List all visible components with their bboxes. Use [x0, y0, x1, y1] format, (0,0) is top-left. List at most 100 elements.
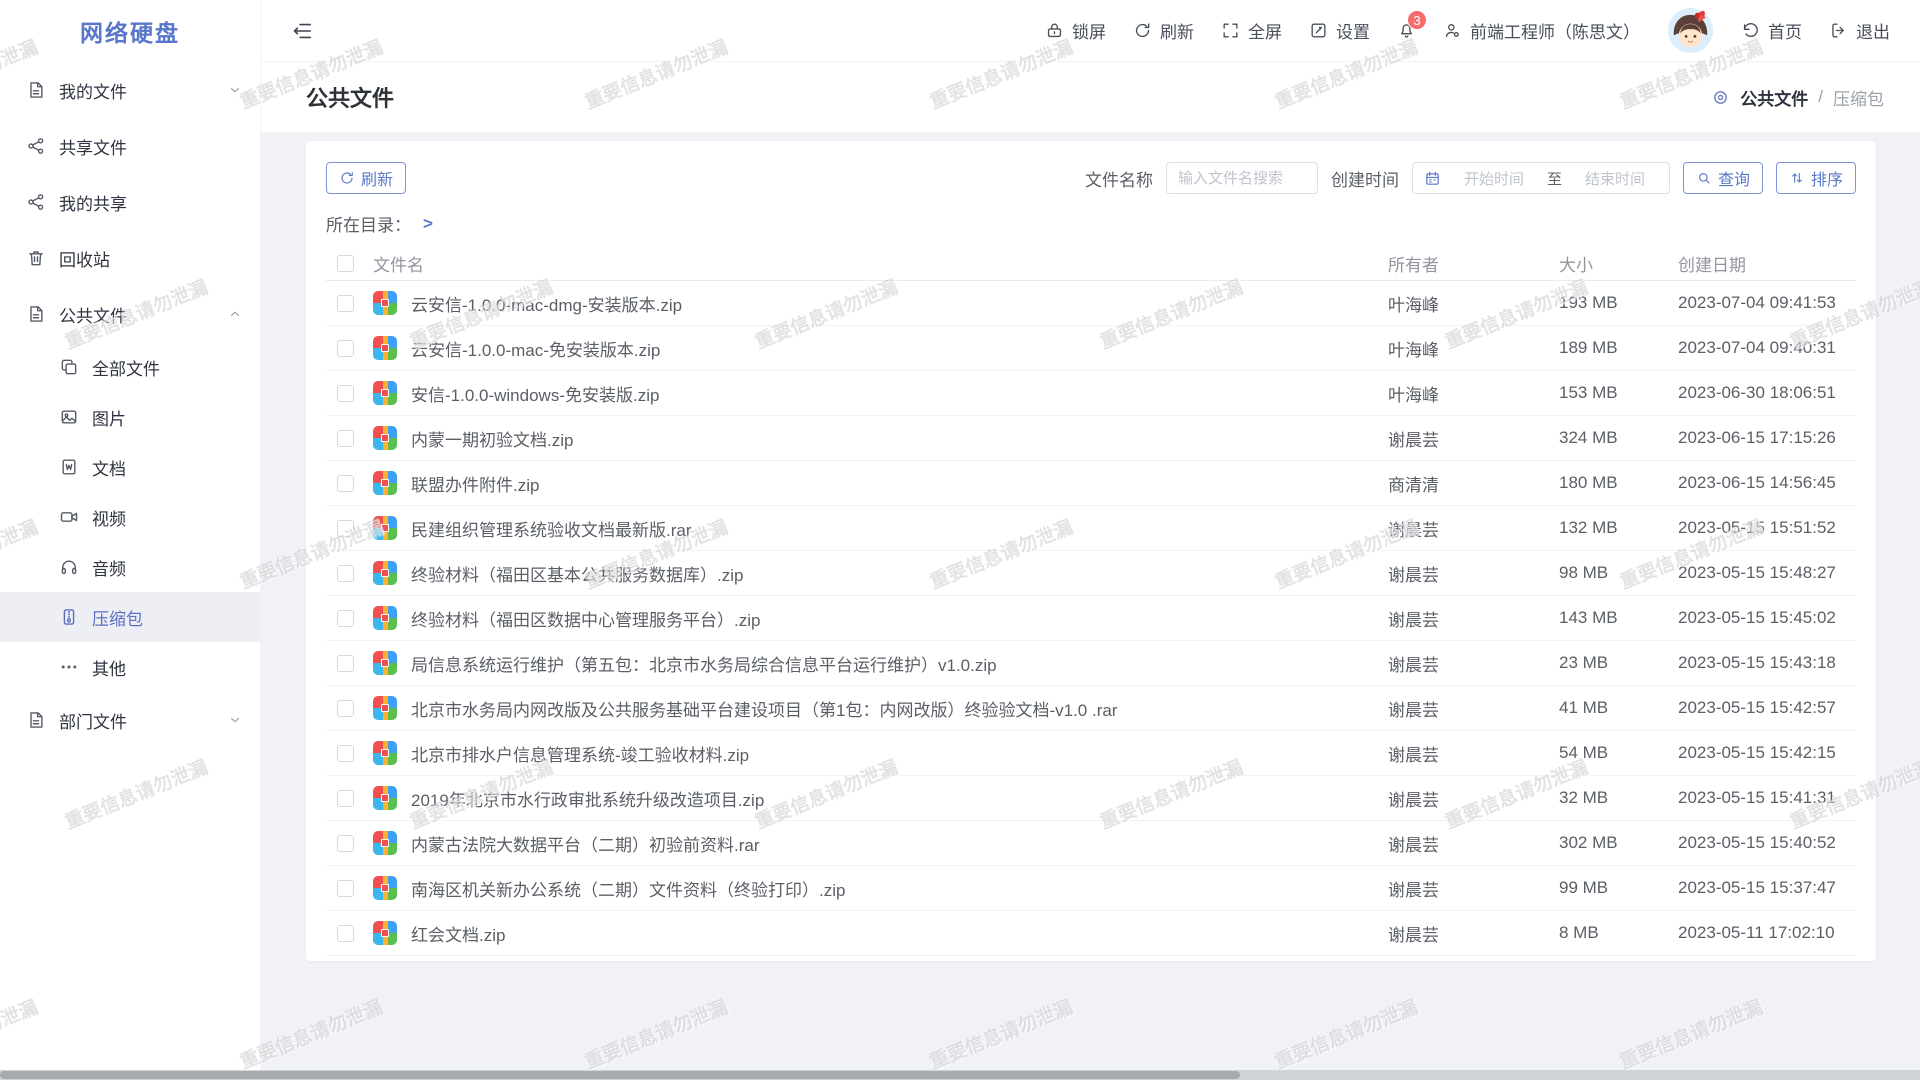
file-size: 180 MB	[1559, 473, 1678, 493]
row-checkbox[interactable]	[337, 340, 354, 357]
column-header-date[interactable]: 创建日期	[1678, 251, 1848, 276]
file-date: 2023-05-15 15:48:27	[1678, 563, 1848, 583]
file-name[interactable]: 云安信-1.0.0-mac-免安装版本.zip	[411, 336, 1388, 361]
settings-button[interactable]: 设置	[1309, 18, 1370, 43]
zip-icon	[59, 607, 79, 627]
chevron-down-icon	[228, 713, 242, 727]
lock-screen-button[interactable]: 锁屏	[1045, 18, 1106, 43]
file-owner: 谢晨芸	[1388, 516, 1559, 541]
table-row[interactable]: 联盟办件附件.zip商清清180 MB2023-06-15 14:56:45	[326, 461, 1856, 506]
sidebar-item-archives[interactable]: 压缩包	[0, 592, 260, 642]
table-row[interactable]: 南海区机关新办公系统（二期）文件资料（终验打印）.zip谢晨芸99 MB2023…	[326, 866, 1856, 911]
row-checkbox[interactable]	[337, 835, 354, 852]
row-checkbox[interactable]	[337, 790, 354, 807]
table-row[interactable]: 局信息系统运行维护（第五包：北京市水务局综合信息平台运行维护）v1.0.zip谢…	[326, 641, 1856, 686]
sidebar-item-others[interactable]: 其他	[0, 642, 260, 692]
table-row[interactable]: 北京市排水户信息管理系统-竣工验收材料.zip谢晨芸54 MB2023-05-1…	[326, 731, 1856, 776]
date-range-picker[interactable]: 开始时间 至 结束时间	[1412, 162, 1670, 194]
refresh-list-button[interactable]: 刷新	[326, 162, 406, 194]
row-checkbox[interactable]	[337, 655, 354, 672]
zip-file-icon	[373, 291, 397, 315]
column-header-name[interactable]: 文件名	[373, 251, 1388, 276]
file-name[interactable]: 民建组织管理系统验收文档最新版.rar	[411, 516, 1388, 541]
fullscreen-button[interactable]: 全屏	[1221, 18, 1282, 43]
query-button[interactable]: 查询	[1683, 162, 1763, 194]
table-row[interactable]: 安信-1.0.0-windows-免安装版.zip叶海峰153 MB2023-0…	[326, 371, 1856, 416]
current-user[interactable]: 前端工程师（陈思文）	[1443, 18, 1640, 43]
sidebar-item-all-files[interactable]: 全部文件	[0, 342, 260, 392]
breadcrumb-parent[interactable]: 公共文件	[1740, 85, 1808, 110]
column-header-owner[interactable]: 所有者	[1388, 251, 1559, 276]
file-name[interactable]: 内蒙古法院大数据平台（二期）初验前资料.rar	[411, 831, 1388, 856]
topnav-actions: 锁屏 刷新 全屏 设置 3 前端工程师（陈思文） 首页 退出	[1045, 7, 1890, 54]
filename-search-input[interactable]	[1166, 162, 1318, 194]
row-checkbox[interactable]	[337, 475, 354, 492]
sidebar-item-images[interactable]: 图片	[0, 392, 260, 442]
file-owner: 叶海峰	[1388, 336, 1559, 361]
row-checkbox[interactable]	[337, 385, 354, 402]
sidebar-item-my-shares[interactable]: 我的共享	[0, 174, 260, 230]
row-checkbox[interactable]	[337, 610, 354, 627]
row-checkbox[interactable]	[337, 925, 354, 942]
file-name[interactable]: 北京市水务局内网改版及公共服务基础平台建设项目（第1包：内网改版）终验验文档-v…	[411, 696, 1388, 721]
menu-fold-icon[interactable]	[291, 20, 313, 42]
filename-filter-label: 文件名称	[1085, 166, 1153, 191]
sidebar-item-dept-files[interactable]: 部门文件	[0, 692, 260, 748]
table-row[interactable]: 终验材料（福田区数据中心管理服务平台）.zip谢晨芸143 MB2023-05-…	[326, 596, 1856, 641]
file-name[interactable]: 北京市排水户信息管理系统-竣工验收材料.zip	[411, 741, 1388, 766]
sidebar-item-my-files[interactable]: 我的文件	[0, 62, 260, 118]
file-name[interactable]: 安信-1.0.0-windows-免安装版.zip	[411, 381, 1388, 406]
table-row[interactable]: 终验材料（福田区基本公共服务数据库）.zip谢晨芸98 MB2023-05-15…	[326, 551, 1856, 596]
table-row[interactable]: 2019年北京市水行政审批系统升级改造项目.zip谢晨芸32 MB2023-05…	[326, 776, 1856, 821]
row-checkbox[interactable]	[337, 565, 354, 582]
breadcrumb-separator: /	[1818, 87, 1823, 107]
sort-arrows-icon	[1789, 170, 1805, 186]
table-row[interactable]: 内蒙一期初验文档.zip谢晨芸324 MB2023-06-15 17:15:26	[326, 416, 1856, 461]
table-row[interactable]: 云安信-1.0.0-mac-dmg-安装版本.zip叶海峰193 MB2023-…	[326, 281, 1856, 326]
scrollbar-thumb[interactable]	[0, 1071, 1240, 1079]
file-name[interactable]: 红会文档.zip	[411, 921, 1388, 946]
logout-button[interactable]: 退出	[1829, 18, 1890, 43]
content-area: 刷新 文件名称 创建时间 开始时间 至 结束时间	[261, 132, 1920, 1080]
directory-root-arrow[interactable]: >	[423, 214, 433, 234]
file-owner: 谢晨芸	[1388, 651, 1559, 676]
sidebar-item-label: 共享文件	[59, 134, 127, 159]
file-name[interactable]: 终验材料（福田区基本公共服务数据库）.zip	[411, 561, 1388, 586]
row-checkbox[interactable]	[337, 520, 354, 537]
refresh-button[interactable]: 刷新	[1133, 18, 1194, 43]
zip-file-icon	[373, 606, 397, 630]
row-checkbox[interactable]	[337, 295, 354, 312]
sidebar-item-recycle-bin[interactable]: 回收站	[0, 230, 260, 286]
file-list-card: 刷新 文件名称 创建时间 开始时间 至 结束时间	[306, 141, 1876, 961]
file-name[interactable]: 2019年北京市水行政审批系统升级改造项目.zip	[411, 786, 1388, 811]
file-name[interactable]: 终验材料（福田区数据中心管理服务平台）.zip	[411, 606, 1388, 631]
file-name[interactable]: 局信息系统运行维护（第五包：北京市水务局综合信息平台运行维护）v1.0.zip	[411, 651, 1388, 676]
file-name[interactable]: 南海区机关新办公系统（二期）文件资料（终验打印）.zip	[411, 876, 1388, 901]
table-row[interactable]: 民建组织管理系统验收文档最新版.rar谢晨芸132 MB2023-05-15 1…	[326, 506, 1856, 551]
row-checkbox[interactable]	[337, 745, 354, 762]
column-header-size[interactable]: 大小	[1559, 251, 1678, 276]
row-checkbox[interactable]	[337, 700, 354, 717]
file-name[interactable]: 联盟办件附件.zip	[411, 471, 1388, 496]
file-name[interactable]: 云安信-1.0.0-mac-dmg-安装版本.zip	[411, 291, 1388, 316]
table-row[interactable]: 内蒙古法院大数据平台（二期）初验前资料.rar谢晨芸302 MB2023-05-…	[326, 821, 1856, 866]
sidebar-item-public-files[interactable]: 公共文件	[0, 286, 260, 342]
select-all-checkbox[interactable]	[337, 255, 354, 272]
sidebar-item-videos[interactable]: 视频	[0, 492, 260, 542]
end-date-field[interactable]: 结束时间	[1572, 168, 1658, 189]
file-name[interactable]: 内蒙一期初验文档.zip	[411, 426, 1388, 451]
row-checkbox[interactable]	[337, 880, 354, 897]
sidebar-item-documents[interactable]: 文档	[0, 442, 260, 492]
start-date-field[interactable]: 开始时间	[1451, 168, 1537, 189]
home-button[interactable]: 首页	[1741, 18, 1802, 43]
sort-button[interactable]: 排序	[1776, 162, 1856, 194]
sidebar-item-shared-files[interactable]: 共享文件	[0, 118, 260, 174]
row-checkbox[interactable]	[337, 430, 354, 447]
notifications-button[interactable]: 3	[1397, 21, 1416, 40]
avatar[interactable]	[1667, 7, 1714, 54]
table-row[interactable]: 云安信-1.0.0-mac-免安装版本.zip叶海峰189 MB2023-07-…	[326, 326, 1856, 371]
horizontal-scrollbar[interactable]	[0, 1070, 1920, 1080]
table-row[interactable]: 红会文档.zip谢晨芸8 MB2023-05-11 17:02:10	[326, 911, 1856, 956]
table-row[interactable]: 北京市水务局内网改版及公共服务基础平台建设项目（第1包：内网改版）终验验文档-v…	[326, 686, 1856, 731]
sidebar-item-audio[interactable]: 音频	[0, 542, 260, 592]
